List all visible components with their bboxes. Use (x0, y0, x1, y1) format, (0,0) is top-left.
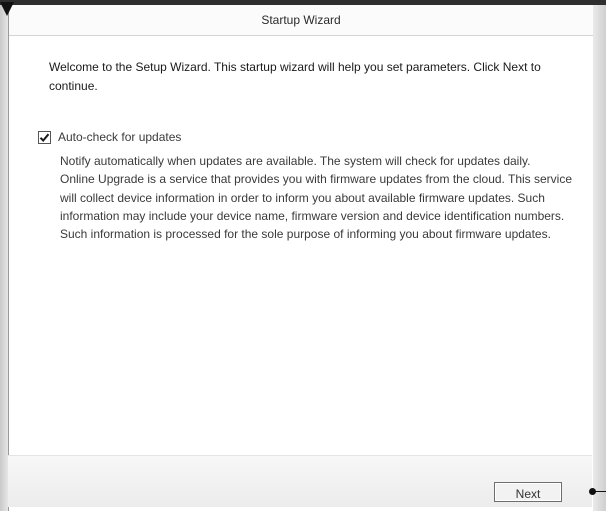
online-upgrade-text: Online Upgrade is a service that provide… (60, 172, 573, 242)
left-margin (0, 5, 8, 511)
update-description: Notify automatically when updates are av… (60, 152, 572, 243)
checkmark-icon (39, 133, 50, 142)
title-bar: Startup Wizard (9, 5, 593, 36)
pointer-marker-icon (0, 2, 14, 16)
auto-check-row[interactable]: Auto-check for updates (38, 130, 181, 144)
auto-check-label: Auto-check for updates (58, 130, 182, 144)
welcome-text: Welcome to the Setup Wizard. This startu… (49, 60, 541, 93)
dialog-title: Startup Wizard (261, 13, 341, 27)
auto-check-checkbox[interactable] (38, 130, 51, 144)
callout-line (594, 491, 606, 492)
screenshot-page: Startup Wizard Welcome to the Setup Wiza… (0, 0, 606, 511)
right-margin (592, 5, 606, 511)
notify-text: Notify automatically when updates are av… (60, 154, 531, 168)
next-button[interactable]: Next (494, 482, 562, 502)
